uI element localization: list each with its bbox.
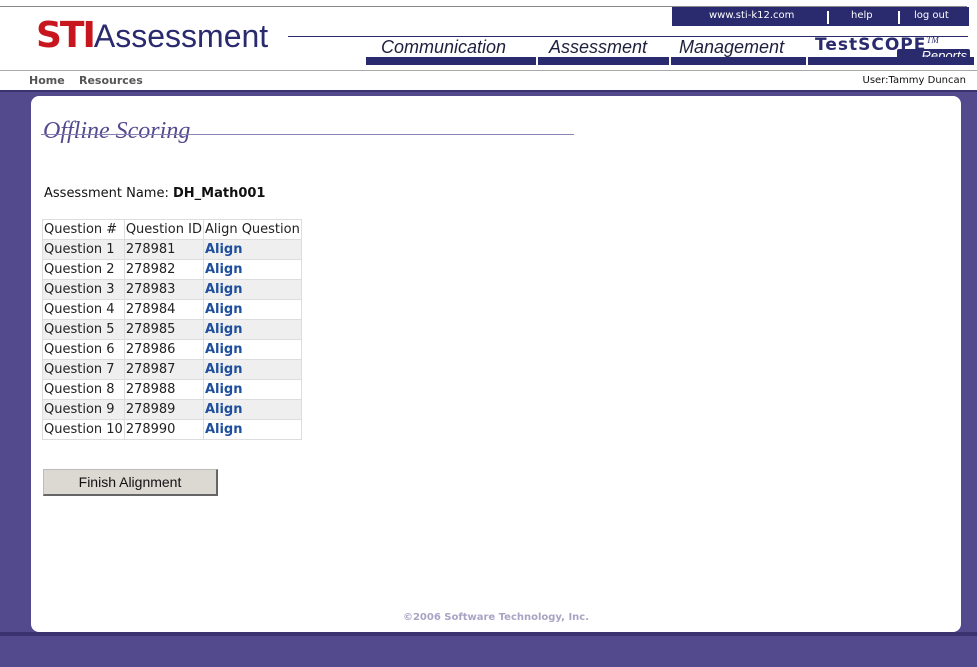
table-row: Question 3 278983 Align [42, 279, 302, 300]
header: www.sti-k12.com help log out STIAssessme… [0, 0, 977, 70]
align-link[interactable]: Align [205, 302, 243, 317]
align-link[interactable]: Align [205, 382, 243, 397]
bottom-strip [0, 632, 977, 636]
assessment-name-label: Assessment Name: [44, 186, 173, 201]
current-user: User:Tammy Duncan [862, 75, 967, 86]
question-number: Question 5 [42, 319, 125, 340]
align-link[interactable]: Align [205, 402, 243, 417]
question-number: Question 1 [42, 239, 125, 260]
utility-divider [827, 11, 829, 24]
nav-bar-divider [669, 57, 671, 65]
utility-divider [898, 11, 900, 24]
table-row: Question 2 278982 Align [42, 259, 302, 280]
sti-website-link[interactable]: www.sti-k12.com [709, 10, 794, 21]
nav-assessment[interactable]: Assessment [549, 37, 647, 58]
question-id: 278981 [123, 239, 204, 260]
table-row: Question 8 278988 Align [42, 379, 302, 400]
question-number: Question 7 [42, 359, 125, 380]
header-bottom-strip [0, 90, 977, 92]
align-link[interactable]: Align [205, 322, 243, 337]
question-id: 278983 [123, 279, 204, 300]
nav-management[interactable]: Management [679, 37, 784, 58]
copyright-notice: ©2006 Software Technology, Inc. [402, 612, 590, 623]
question-number: Question 4 [42, 299, 125, 320]
nav-bar-divider [806, 57, 808, 65]
question-number: Question 3 [42, 279, 125, 300]
home-link[interactable]: Home [29, 74, 65, 87]
question-id: 278987 [123, 359, 204, 380]
align-link[interactable]: Align [205, 422, 243, 437]
help-link[interactable]: help [851, 10, 873, 21]
align-link[interactable]: Align [205, 242, 243, 257]
align-link[interactable]: Align [205, 362, 243, 377]
logo-sti: STI [36, 15, 96, 56]
assessment-name: Assessment Name: DH_Math001 [44, 186, 265, 201]
table-row: Question 9 278989 Align [42, 399, 302, 420]
align-link[interactable]: Align [205, 342, 243, 357]
logo-assessment: Assessment [93, 18, 269, 54]
column-header-question-id: Question ID [123, 219, 204, 240]
nav-bar-divider [536, 57, 538, 65]
table-row: Question 6 278986 Align [42, 339, 302, 360]
align-link[interactable]: Align [205, 282, 243, 297]
question-number: Question 10 [42, 419, 125, 440]
trademark-mark: TM [926, 35, 939, 45]
column-header-align: Align Question [202, 219, 302, 240]
logout-link[interactable]: log out [914, 10, 949, 21]
align-link[interactable]: Align [205, 262, 243, 277]
assessment-name-value: DH_Math001 [172, 186, 266, 201]
question-id: 278988 [123, 379, 204, 400]
question-id: 278990 [123, 419, 204, 440]
question-number: Question 8 [42, 379, 125, 400]
question-number: Question 6 [42, 339, 125, 360]
question-id: 278986 [123, 339, 204, 360]
table-row: Question 5 278985 Align [42, 319, 302, 340]
sub-navigation: Home Resources User:Tammy Duncan [0, 70, 977, 91]
question-table: Question # Question ID Align Question Qu… [42, 219, 302, 440]
utility-bar: www.sti-k12.com help log out [672, 7, 969, 26]
page-title: Offline Scoring [43, 118, 191, 144]
sti-assessment-logo: STIAssessment [36, 17, 268, 55]
resources-link[interactable]: Resources [79, 74, 143, 87]
table-row: Question 1 278981 Align [42, 239, 302, 260]
table-row: Question 10 278990 Align [42, 419, 302, 440]
question-id: 278984 [123, 299, 204, 320]
question-id: 278989 [123, 399, 204, 420]
table-row: Question 7 278987 Align [42, 359, 302, 380]
table-row: Question 4 278984 Align [42, 299, 302, 320]
table-header-row: Question # Question ID Align Question [42, 219, 302, 240]
question-number: Question 9 [42, 399, 125, 420]
question-id: 278982 [123, 259, 204, 280]
question-number: Question 2 [42, 259, 125, 280]
column-header-question: Question # [42, 219, 125, 240]
nav-communication[interactable]: Communication [381, 37, 506, 58]
title-underline [41, 134, 574, 135]
content-panel: Offline Scoring Assessment Name: DH_Math… [31, 96, 961, 632]
question-id: 278985 [123, 319, 204, 340]
finish-alignment-button[interactable]: Finish Alignment [43, 469, 218, 496]
